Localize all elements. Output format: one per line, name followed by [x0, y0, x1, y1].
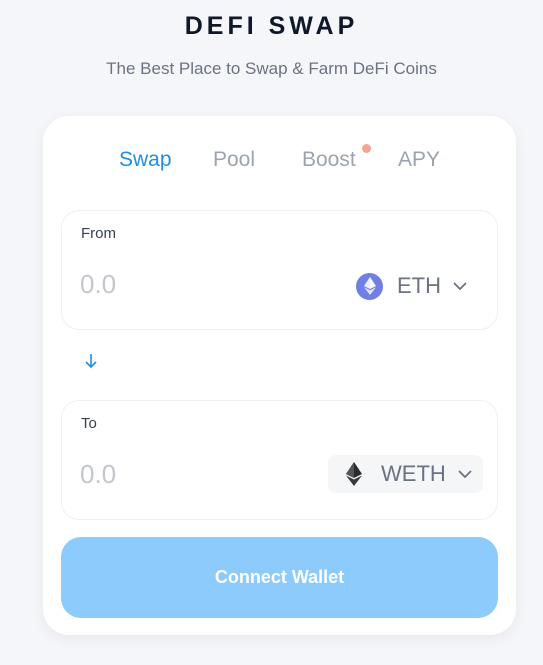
from-label: From — [81, 225, 116, 242]
swap-card: Swap Pool Boost APY From ETH — [43, 116, 516, 635]
tab-bar: Swap Pool Boost APY — [43, 148, 516, 178]
chevron-down-icon — [453, 279, 467, 293]
page-title: DEFI SWAP — [184, 12, 359, 40]
to-panel: To WETH — [61, 400, 498, 520]
boost-notification-dot — [362, 144, 371, 153]
to-token-select[interactable]: WETH — [328, 455, 483, 493]
from-panel: From ETH — [61, 210, 498, 330]
to-amount-input[interactable] — [80, 459, 240, 490]
from-amount-input[interactable] — [80, 269, 240, 300]
chevron-down-icon — [458, 467, 472, 481]
to-token-symbol: WETH — [381, 461, 446, 486]
connect-wallet-button[interactable]: Connect Wallet — [61, 537, 498, 618]
tab-boost[interactable]: Boost — [302, 148, 356, 172]
to-label: To — [81, 415, 97, 432]
tab-swap[interactable]: Swap — [119, 148, 172, 172]
arrow-down-icon[interactable] — [83, 352, 99, 370]
page-subtitle: The Best Place to Swap & Farm DeFi Coins — [106, 59, 437, 78]
tab-pool[interactable]: Pool — [213, 148, 255, 172]
ethereum-icon — [340, 461, 367, 488]
from-token-symbol: ETH — [397, 273, 441, 298]
tab-apy[interactable]: APY — [398, 148, 440, 172]
ethereum-icon — [356, 272, 383, 300]
from-token-select[interactable]: ETH — [356, 267, 467, 305]
